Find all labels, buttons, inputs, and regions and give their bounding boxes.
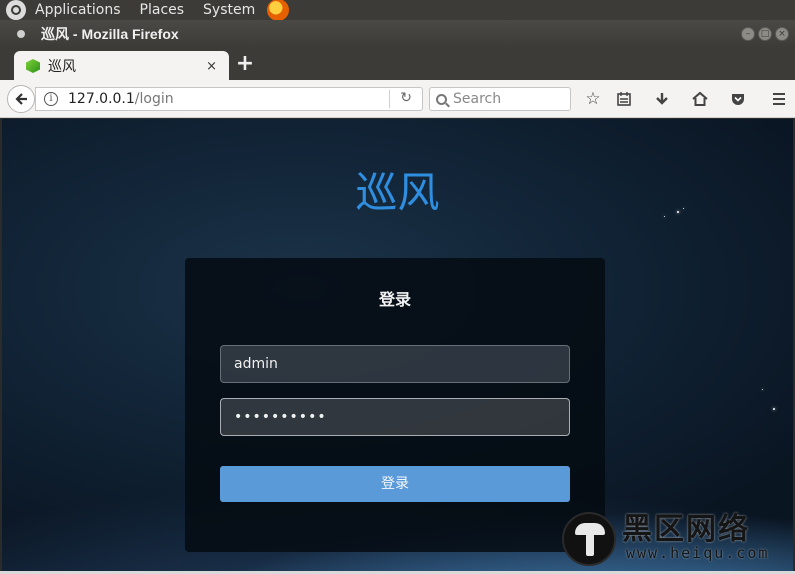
hamburger-menu-icon[interactable] [768,88,790,110]
password-value: •••••••••• [234,409,327,425]
back-arrow-icon[interactable] [7,85,35,113]
window-titlebar: 巡风 - Mozilla Firefox – □ × [0,20,795,48]
system-panel: Applications Places System [0,0,795,21]
ubuntu-logo-icon[interactable] [6,0,26,20]
window-menu-icon[interactable] [17,30,25,38]
firefox-launcher-icon[interactable] [267,0,290,21]
password-input[interactable]: •••••••••• [220,398,570,436]
search-placeholder: Search [453,91,502,107]
login-heading: 登录 [378,290,411,309]
watermark-logo-icon [562,512,616,566]
search-box[interactable]: Search [429,87,571,111]
url-bar[interactable]: i 127.0.0.1/login ↻ [35,87,423,111]
url-path: /login [134,91,174,107]
login-button[interactable]: 登录 [220,466,570,502]
url-host: 127.0.0.1 [68,91,135,107]
minimize-icon[interactable]: – [741,27,755,41]
search-icon [436,93,447,105]
star-decoration [762,389,763,390]
tab-xunfeng[interactable]: 巡风 × [14,51,229,81]
reload-icon[interactable]: ↻ [400,90,412,106]
menu-applications[interactable]: Applications [35,2,121,18]
url-separator [389,90,390,108]
menu-system[interactable]: System [203,2,255,18]
watermark: 黑区网络 www.heiqu.com [562,504,792,568]
watermark-url: www.heiqu.com [626,544,770,562]
window-title: 巡风 - Mozilla Firefox [41,26,179,42]
close-window-icon[interactable]: × [775,27,789,41]
site-info-icon[interactable]: i [44,92,58,106]
downloads-icon[interactable] [651,88,673,110]
site-favicon-icon [26,59,40,73]
reading-list-icon[interactable] [613,88,635,110]
tab-close-icon[interactable]: × [206,59,217,74]
star-decoration [773,408,775,410]
page-content: 巡风 登录 admin •••••••••• 登录 黑区网络 www.heiqu… [2,119,793,571]
login-card: 登录 admin •••••••••• 登录 [185,258,605,552]
home-icon[interactable] [689,88,711,110]
bookmark-star-icon[interactable]: ☆ [582,88,604,110]
menu-places[interactable]: Places [140,2,185,18]
pocket-icon[interactable] [727,88,749,110]
username-value: admin [234,356,278,372]
maximize-icon[interactable]: □ [758,27,772,41]
tab-label: 巡风 [48,59,76,75]
username-input[interactable]: admin [220,345,570,383]
navigation-bar: i 127.0.0.1/login ↻ Search ☆ [0,80,795,118]
tab-strip: 巡风 × + [0,48,795,81]
watermark-text: 黑区网络 [622,512,750,547]
new-tab-button[interactable]: + [234,51,256,76]
brand-title: 巡风 [355,168,440,217]
